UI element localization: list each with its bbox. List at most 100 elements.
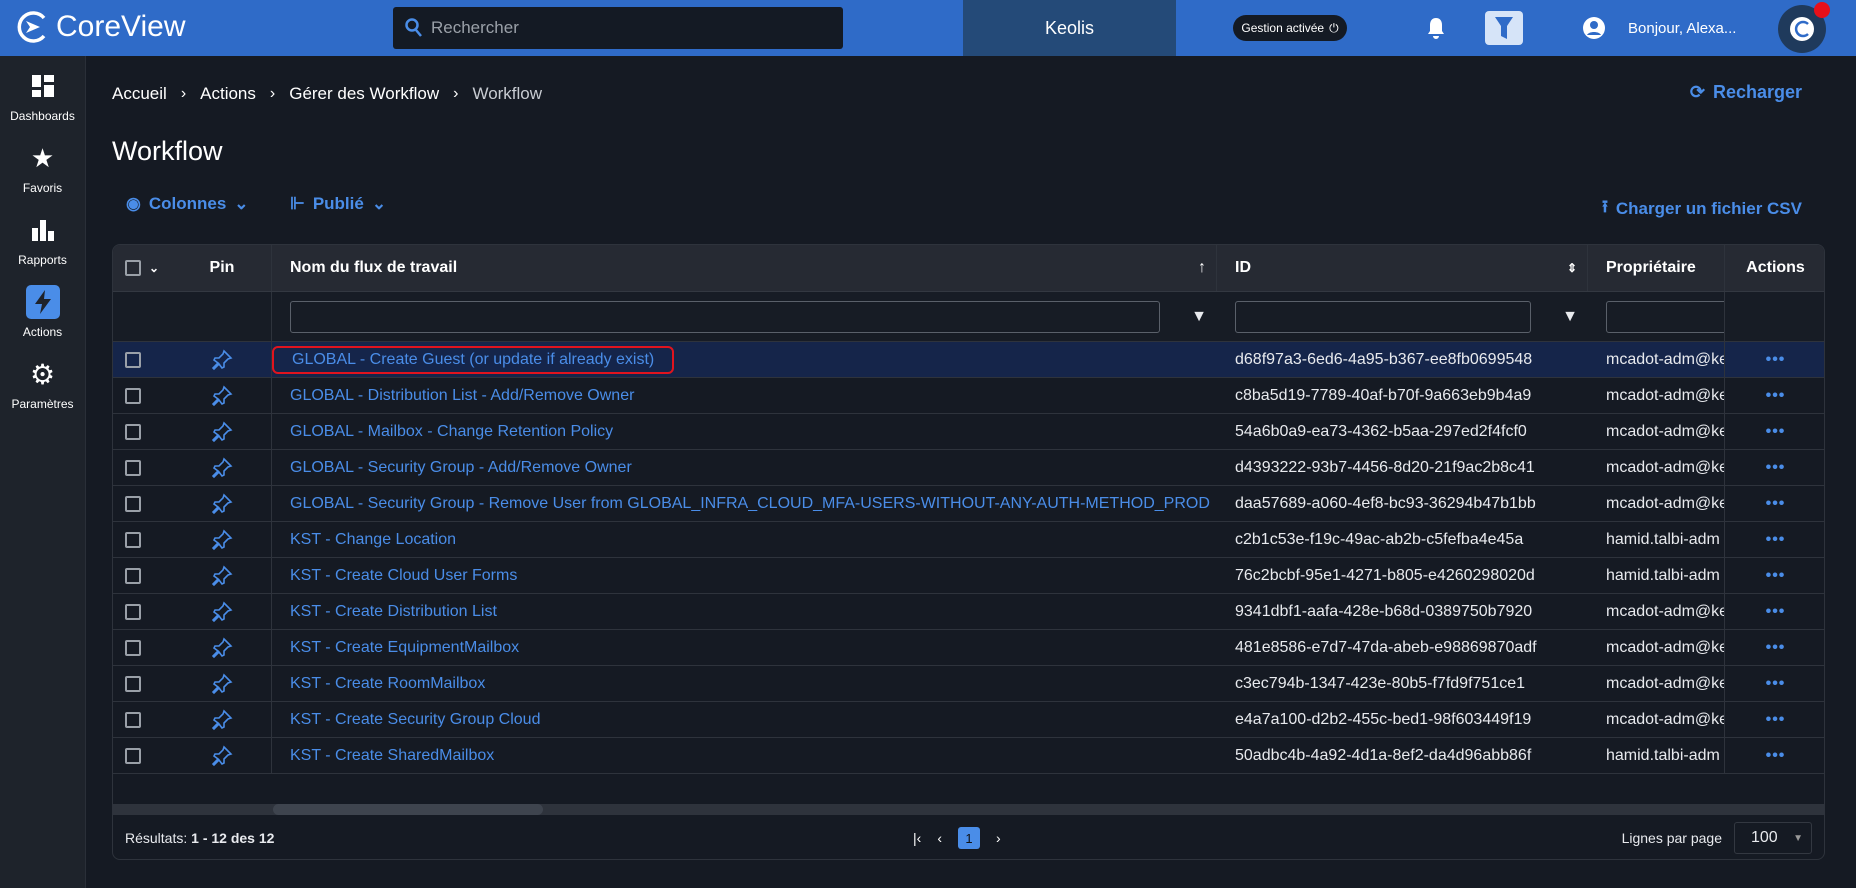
more-actions-icon[interactable]: ••• (1766, 567, 1786, 585)
table-row[interactable]: KST - Create SharedMailbox 50adbc4b-4a92… (113, 738, 1824, 774)
row-checkbox[interactable] (125, 387, 141, 404)
row-checkbox[interactable] (125, 531, 141, 548)
breadcrumb-actions[interactable]: Actions (200, 84, 256, 104)
more-actions-icon[interactable]: ••• (1766, 495, 1786, 513)
workflow-name-link[interactable]: KST - Change Location (290, 531, 456, 549)
sidebar-item-rapports[interactable]: Rapports (0, 204, 85, 276)
row-checkbox[interactable] (125, 639, 141, 656)
chevron-down-icon[interactable]: ⌄ (149, 261, 159, 275)
more-actions-icon[interactable]: ••• (1766, 603, 1786, 621)
breadcrumb-accueil[interactable]: Accueil (112, 84, 167, 104)
sidebar-item-actions[interactable]: Actions (0, 276, 85, 348)
workflow-name-link[interactable]: GLOBAL - Security Group - Remove User fr… (290, 495, 1210, 513)
page-1-button[interactable]: 1 (957, 827, 980, 849)
workflow-name-link[interactable]: KST - Create Security Group Cloud (290, 711, 540, 729)
row-checkbox[interactable] (125, 603, 141, 620)
pin-icon[interactable] (211, 601, 233, 623)
workflow-name-link[interactable]: KST - Create EquipmentMailbox (290, 639, 519, 657)
pin-icon[interactable] (211, 385, 233, 407)
row-checkbox[interactable] (125, 747, 141, 764)
table-row[interactable]: GLOBAL - Distribution List - Add/Remove … (113, 378, 1824, 414)
more-actions-icon[interactable]: ••• (1766, 423, 1786, 441)
pin-icon[interactable] (211, 565, 233, 587)
pin-icon[interactable] (211, 493, 233, 515)
table-row[interactable]: KST - Change Location c2b1c53e-f19c-49ac… (113, 522, 1824, 558)
user-icon[interactable] (1582, 16, 1606, 40)
sort-up-icon[interactable]: ↑ (1198, 259, 1206, 277)
search-input[interactable] (431, 18, 831, 38)
row-checkbox[interactable] (125, 495, 141, 512)
breadcrumb-manage-workflow[interactable]: Gérer des Workflow (289, 84, 439, 104)
upload-csv-button[interactable]: ⭱ Charger un fichier CSV (1602, 194, 1802, 223)
id-filter-input[interactable] (1235, 300, 1531, 333)
horizontal-scrollbar[interactable] (113, 804, 1824, 815)
pin-icon[interactable] (211, 709, 233, 731)
coreview-logo[interactable]: CoreView (16, 10, 186, 44)
more-actions-icon[interactable]: ••• (1766, 459, 1786, 477)
management-toggle[interactable]: Gestion activée ⏻ (1233, 15, 1347, 41)
rows-per-page-select[interactable]: 100 ▼ (1734, 822, 1812, 854)
row-checkbox[interactable] (125, 711, 141, 728)
header-owner[interactable]: Propriétaire (1588, 245, 1725, 291)
bell-icon[interactable] (1424, 16, 1448, 40)
more-actions-icon[interactable]: ••• (1766, 675, 1786, 693)
pin-icon[interactable] (211, 421, 233, 443)
table-row[interactable]: KST - Create Distribution List 9341dbf1-… (113, 594, 1824, 630)
filter-button[interactable] (1485, 11, 1523, 45)
first-page-icon[interactable]: |‹ (913, 830, 921, 846)
table-row[interactable]: GLOBAL - Create Guest (or update if alre… (113, 342, 1824, 378)
more-actions-icon[interactable]: ••• (1766, 711, 1786, 729)
sort-icon[interactable]: ⇕ (1567, 261, 1577, 275)
select-all-checkbox[interactable] (125, 260, 141, 276)
name-filter-input[interactable] (290, 300, 1160, 333)
sidebar-item-dashboards[interactable]: Dashboards (0, 60, 85, 132)
workflow-name-link[interactable]: GLOBAL - Mailbox - Change Retention Poli… (290, 423, 613, 441)
user-greeting[interactable]: Bonjour, Alexa... (1628, 20, 1736, 37)
table-row[interactable]: KST - Create EquipmentMailbox 481e8586-e… (113, 630, 1824, 666)
scrollbar-thumb[interactable] (273, 804, 543, 815)
more-actions-icon[interactable]: ••• (1766, 639, 1786, 657)
row-checkbox[interactable] (125, 459, 141, 476)
workflow-name-link[interactable]: KST - Create SharedMailbox (290, 747, 494, 765)
header-name[interactable]: Nom du flux de travail (290, 259, 457, 277)
row-checkbox[interactable] (125, 675, 141, 692)
reload-button[interactable]: ⟳ Recharger (1690, 82, 1802, 103)
prev-page-icon[interactable]: ‹ (937, 830, 942, 846)
pin-icon[interactable] (211, 673, 233, 695)
more-actions-icon[interactable]: ••• (1766, 747, 1786, 765)
table-row[interactable]: GLOBAL - Mailbox - Change Retention Poli… (113, 414, 1824, 450)
sidebar-item-favoris[interactable]: ★ Favoris (0, 132, 85, 204)
next-page-icon[interactable]: › (996, 830, 1001, 846)
pin-icon[interactable] (211, 349, 233, 371)
pin-icon[interactable] (211, 457, 233, 479)
more-actions-icon[interactable]: ••• (1766, 387, 1786, 405)
table-row[interactable]: GLOBAL - Security Group - Add/Remove Own… (113, 450, 1824, 486)
workflow-name-link[interactable]: KST - Create Cloud User Forms (290, 567, 517, 585)
filter-icon[interactable]: ▼ (1191, 308, 1207, 326)
tenant-selector[interactable]: Keolis (963, 0, 1176, 56)
table-row[interactable]: KST - Create RoomMailbox c3ec794b-1347-4… (113, 666, 1824, 702)
row-checkbox[interactable] (125, 351, 141, 368)
pin-icon[interactable] (211, 745, 233, 767)
pin-icon[interactable] (211, 637, 233, 659)
more-actions-icon[interactable]: ••• (1766, 351, 1786, 369)
workflow-name-link[interactable]: GLOBAL - Distribution List - Add/Remove … (290, 387, 634, 405)
table-row[interactable]: KST - Create Cloud User Forms 76c2bcbf-9… (113, 558, 1824, 594)
filter-icon[interactable]: ▼ (1562, 308, 1578, 326)
pin-icon[interactable] (211, 529, 233, 551)
table-row[interactable]: KST - Create Security Group Cloud e4a7a1… (113, 702, 1824, 738)
workflow-name-link[interactable]: GLOBAL - Security Group - Add/Remove Own… (290, 459, 632, 477)
owner-filter-input[interactable] (1606, 300, 1724, 333)
table-row[interactable]: GLOBAL - Security Group - Remove User fr… (113, 486, 1824, 522)
more-actions-icon[interactable]: ••• (1766, 531, 1786, 549)
row-checkbox[interactable] (125, 567, 141, 584)
workflow-name-link[interactable]: KST - Create RoomMailbox (290, 675, 485, 693)
row-checkbox[interactable] (125, 423, 141, 440)
published-dropdown[interactable]: ⊩ Publié ⌄ (290, 194, 386, 214)
workflow-name-link[interactable]: KST - Create Distribution List (290, 603, 497, 621)
columns-dropdown[interactable]: ◉ Colonnes ⌄ (126, 194, 249, 214)
sidebar-item-parametres[interactable]: ⚙ Paramètres (0, 348, 85, 420)
workflow-name-link[interactable]: GLOBAL - Create Guest (or update if alre… (272, 345, 675, 374)
header-id[interactable]: ID (1235, 259, 1251, 277)
search-box[interactable] (393, 7, 843, 49)
